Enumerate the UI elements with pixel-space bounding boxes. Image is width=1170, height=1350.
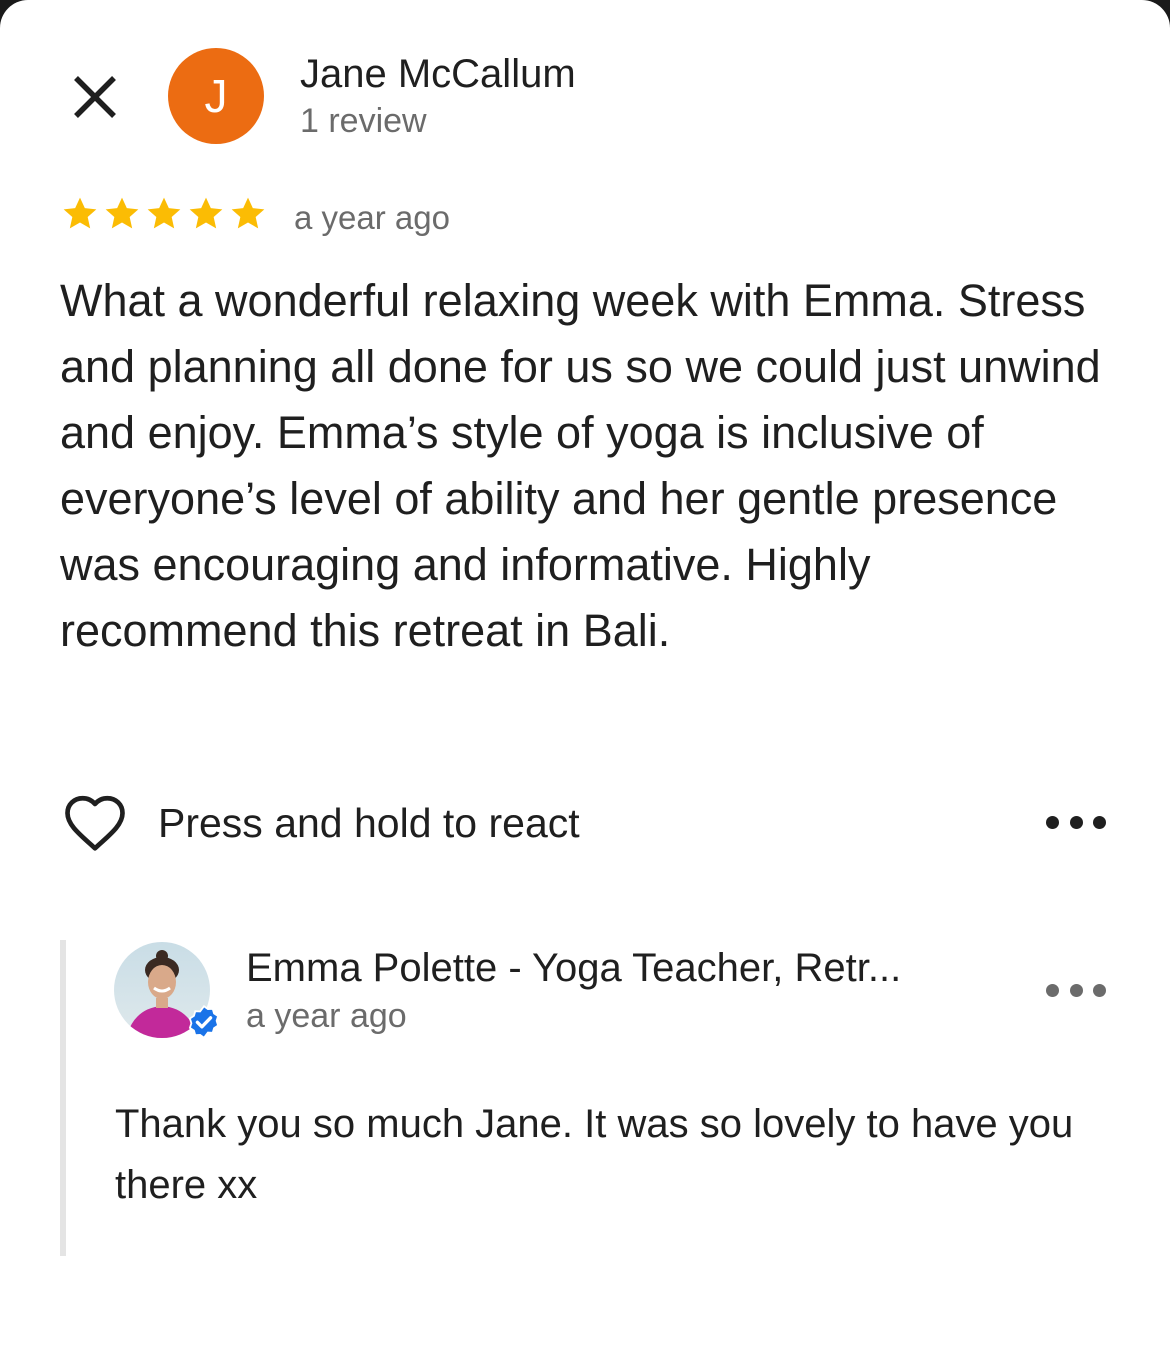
review-text: What a wonderful relaxing week with Emma… — [60, 275, 1101, 656]
more-horizontal-icon-dot — [1093, 815, 1106, 829]
verified-badge-icon — [188, 1004, 220, 1040]
review-more-button[interactable] — [1046, 810, 1106, 834]
reply-more-button[interactable] — [1046, 978, 1106, 1002]
reviewer-avatar[interactable]: J — [168, 48, 264, 144]
react-label: Press and hold to react — [158, 799, 580, 846]
more-horizontal-icon-dot — [1069, 983, 1083, 997]
close-icon — [74, 76, 116, 118]
more-horizontal-icon-dot — [1069, 815, 1083, 829]
reviewer-initial: J — [204, 70, 228, 122]
review-time: a year ago — [294, 199, 450, 236]
owner-reply-text: Thank you so much Jane. It was so lovely… — [115, 1102, 1074, 1207]
more-horizontal-icon-dot — [1046, 983, 1059, 997]
review-count: 1 review — [300, 102, 427, 140]
star-rating — [60, 194, 268, 234]
star-icon — [189, 197, 223, 229]
reviewer-name[interactable]: Jane McCallum — [300, 50, 576, 98]
star-icon — [63, 197, 97, 229]
close-button[interactable] — [66, 68, 124, 126]
review-sheet: J Jane McCallum 1 review a year ago What… — [0, 0, 1170, 1350]
reply-divider — [60, 940, 66, 1256]
owner-reply-time: a year ago — [246, 997, 407, 1035]
star-icon — [231, 197, 265, 229]
more-horizontal-icon-dot — [1093, 983, 1106, 997]
star-icon — [105, 197, 139, 229]
owner-name[interactable]: Emma Polette - Yoga Teacher, Retr... — [246, 944, 901, 992]
heart-outline-icon — [65, 795, 125, 851]
react-button[interactable]: Press and hold to react — [62, 790, 580, 856]
more-horizontal-icon-dot — [1046, 815, 1059, 829]
star-icon — [147, 197, 181, 229]
